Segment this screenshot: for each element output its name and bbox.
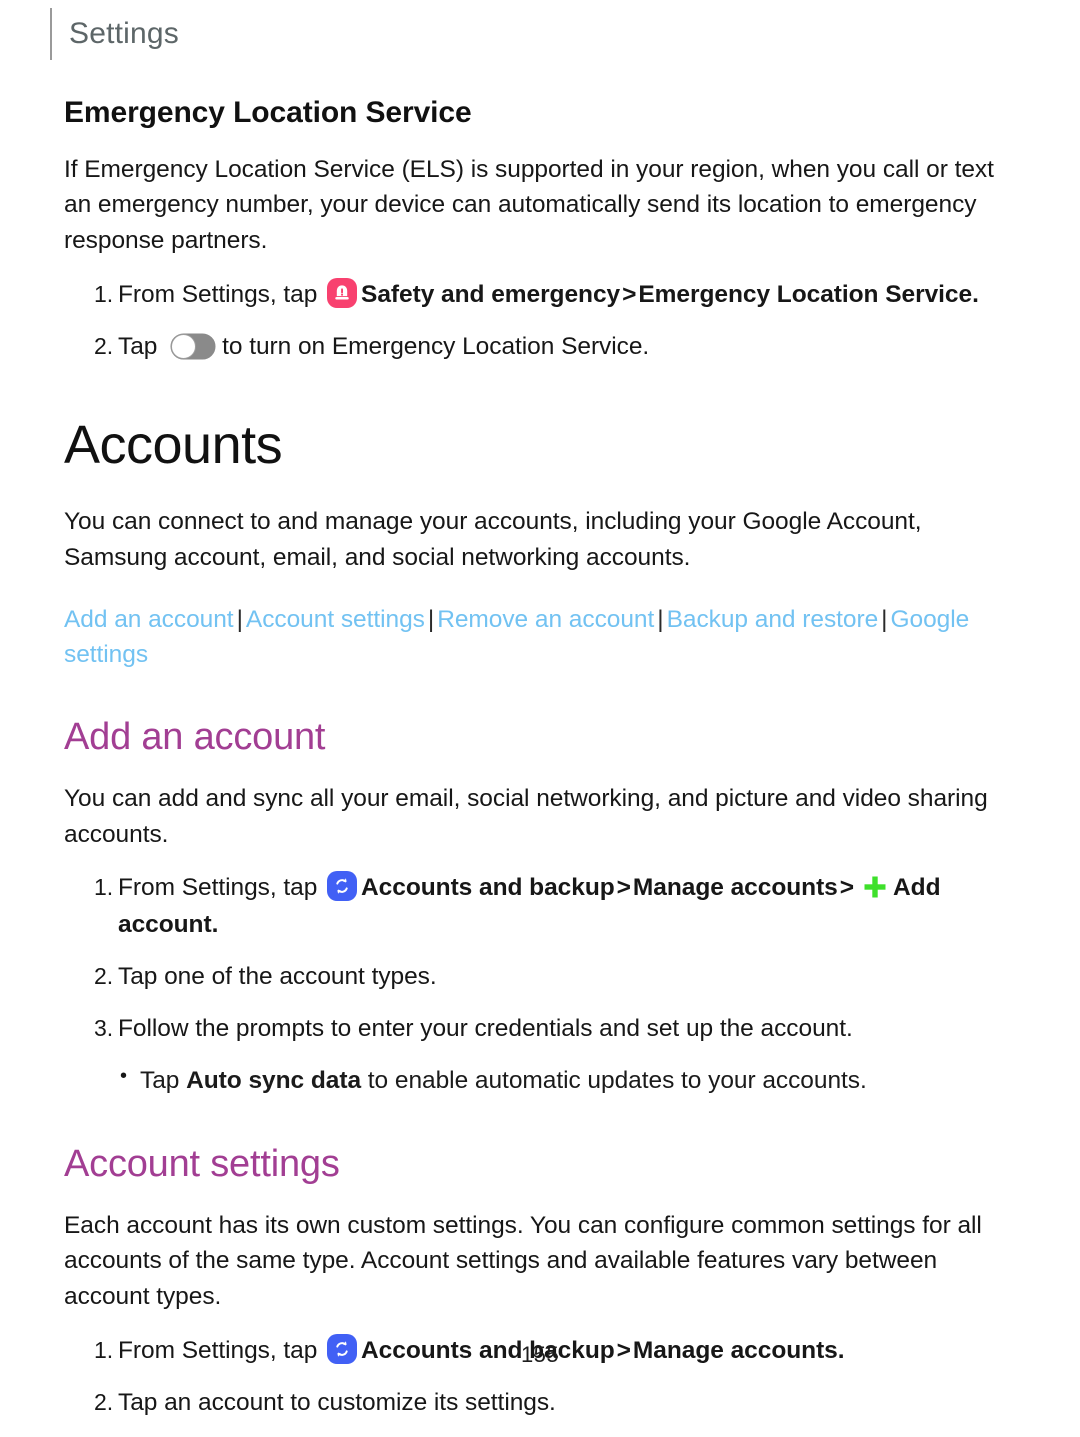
step-bold-accounts-and-backup: Accounts and backup [361,874,615,902]
step-number: 1. [94,280,114,307]
step-item: 1. From Settings, tap Safety and emergenc… [64,277,1016,313]
step-item: 2. Tap to turn on Emergency Location Serv… [64,329,1016,365]
link-backup-and-restore[interactable]: Backup and restore [667,606,879,633]
steps-emergency-location-service: 1. From Settings, tap Safety and emergenc… [64,277,1016,366]
step-text: Tap one of the account types. [118,962,437,990]
breadcrumb-separator: > [839,874,855,902]
bullet-item: Tap Auto sync data to enable automatic u… [64,1062,1016,1099]
link-separator: | [427,605,435,633]
sync-accounts-icon[interactable] [327,871,358,902]
bullet-bold-auto-sync-data: Auto sync data [186,1067,362,1095]
step-item: 1. From Settings, tap Accounts and backup… [64,870,1016,943]
step-number: 3. [94,1015,114,1042]
link-separator: | [881,605,888,633]
step-bold-manage-accounts: Manage accounts [632,874,838,902]
page-number: 155 [521,1342,559,1367]
step-item: 2. Tap one of the account types. [64,959,1016,995]
paragraph-add-an-account: You can add and sync all your email, soc… [64,784,988,848]
breadcrumb-separator: > [616,874,631,902]
plus-icon[interactable] [860,872,890,902]
paragraph-accounts: You can connect to and manage your accou… [64,508,922,571]
running-header: Settings [50,8,179,60]
link-separator: | [236,605,243,633]
step-item: 3. Follow the prompts to enter your crede… [64,1011,1016,1047]
emergency-siren-icon[interactable] [327,277,358,308]
step-text: Tap an account to customize its settings… [118,1389,556,1417]
link-account-settings[interactable]: Account settings [246,606,425,633]
paragraph-emergency-location-service: If Emergency Location Service (ELS) is s… [64,155,994,255]
link-add-an-account[interactable]: Add an account [64,606,234,633]
heading-accounts: Accounts [64,415,283,476]
bullets-add-an-account: Tap Auto sync data to enable automatic u… [64,1062,1016,1099]
step-text-suffix: to turn on Emergency Location Service. [222,333,650,361]
link-separator: | [657,605,664,633]
step-bold-safety-and-emergency: Safety and emergency [361,280,621,308]
step-number: 1. [94,874,114,901]
toggle-switch-off-icon[interactable] [170,333,216,360]
section-link-bar: Add an account | Account settings | Remove a… [64,602,1016,674]
bullet-text-prefix: Tap [140,1067,187,1095]
step-number: 2. [94,1389,114,1416]
step-number: 2. [94,962,114,989]
document-page: Settings Emergency Location Service If E… [0,0,1080,1416]
heading-emergency-location-service: Emergency Location Service [64,96,472,129]
link-remove-an-account[interactable]: Remove an account [437,606,654,633]
breadcrumb-separator: > [622,280,637,308]
bullet-text-suffix: to enable automatic updates to your acco… [361,1067,867,1095]
steps-add-an-account: 1. From Settings, tap Accounts and backup… [64,870,1016,1047]
step-text-prefix: From Settings, tap [118,280,325,308]
step-text: Follow the prompts to enter your credent… [118,1015,853,1043]
heading-add-an-account: Add an account [64,716,326,759]
paragraph-account-settings: Each account has its own custom settings… [64,1211,982,1311]
page-content: Emergency Location Service If Emergency … [64,96,1016,1437]
step-item: 2. Tap an account to customize its settin… [64,1385,1016,1421]
heading-account-settings: Account settings [64,1142,340,1185]
step-bold-emergency-location-service: Emergency Location Service. [638,280,979,308]
running-header-label: Settings [69,17,179,50]
step-number: 2. [94,333,114,360]
step-text-prefix: From Settings, tap [118,874,325,902]
